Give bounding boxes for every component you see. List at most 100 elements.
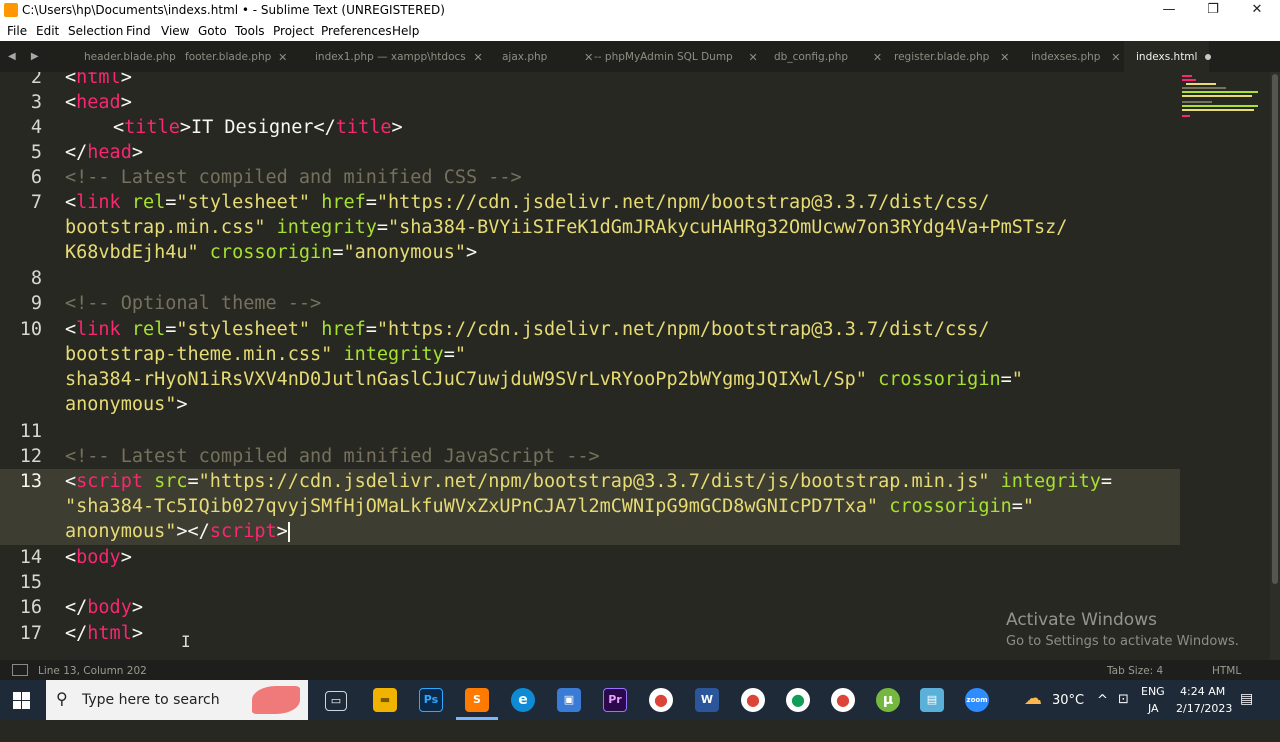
tab-label: index1.php — xampp\htdocs <box>315 51 466 63</box>
cursor-position: Line 13, Column 202 <box>38 665 147 677</box>
tray-overflow-icon[interactable]: ^ <box>1097 693 1108 733</box>
restore-button[interactable]: ❐ <box>1190 0 1236 20</box>
tab-phpmyadmin-dump[interactable]: -- phpMyAdmin SQL Dump ✕ <box>594 41 758 72</box>
line-number: 6 <box>30 167 42 188</box>
tab-close-icon[interactable]: ✕ <box>749 41 758 74</box>
tab-close-icon[interactable]: ✕ <box>1000 41 1009 74</box>
windows-start-icon[interactable] <box>13 692 30 709</box>
line-code: <!-- Latest compiled and minified JavaSc… <box>65 446 600 467</box>
menu-preferences[interactable]: Preferences <box>321 24 392 38</box>
task-view-icon[interactable]: ▭ <box>325 691 347 711</box>
code-line: 2 <html> <box>0 72 1180 90</box>
unsaved-dot-icon[interactable] <box>1205 54 1212 60</box>
chrome-profile-icon[interactable]: ● <box>786 688 810 712</box>
menu-edit[interactable]: Edit <box>36 24 59 38</box>
menu-help[interactable]: Help <box>392 24 419 38</box>
tab-close-icon[interactable]: ✕ <box>474 41 483 74</box>
line-code: <link rel="stylesheet" href="https://cdn… <box>65 192 990 213</box>
sublime-app-icon <box>4 3 18 17</box>
premiere-icon[interactable]: Pr <box>603 688 627 712</box>
line-code: <html> <box>65 72 132 88</box>
tab-label: header.blade.php <box>84 51 176 63</box>
tab-close-icon[interactable]: ✕ <box>278 41 287 74</box>
status-bar: Line 13, Column 202 Tab Size: 4 HTML <box>0 660 1280 680</box>
line-code-wrap: bootstrap.min.css" integrity="sha384-BVY… <box>65 217 1068 238</box>
minimap-line <box>1182 87 1226 89</box>
line-number: 17 <box>19 623 42 644</box>
tab-index1-php[interactable]: index1.php — xampp\htdocs ✕ <box>315 41 483 72</box>
line-number: 5 <box>30 142 42 163</box>
scrollbar-thumb[interactable] <box>1272 74 1278 584</box>
word-icon[interactable]: W <box>695 688 719 712</box>
photoshop-icon[interactable]: Ps <box>419 688 443 712</box>
file-explorer-icon[interactable]: ▬ <box>373 688 397 712</box>
tab-indexses-php[interactable]: indexses.php ✕ <box>1031 41 1120 72</box>
clock-date[interactable]: 2/17/2023 <box>1176 702 1232 742</box>
utorrent-icon[interactable]: µ <box>876 688 900 712</box>
notepad-icon[interactable]: ▤ <box>920 688 944 712</box>
line-code: <link rel="stylesheet" href="https://cdn… <box>65 319 990 340</box>
menu-selection[interactable]: Selection <box>68 24 123 38</box>
code-line: 12 <!-- Latest compiled and minified Jav… <box>0 444 1180 469</box>
tab-size[interactable]: Tab Size: 4 <box>1107 665 1163 677</box>
tab-close-icon[interactable]: ✕ <box>584 41 593 74</box>
edge-icon[interactable]: e <box>511 688 535 712</box>
ime-indicator[interactable]: JA <box>1148 702 1159 742</box>
code-line: 10 <link rel="stylesheet" href="https://… <box>0 317 1180 417</box>
line-code-wrap: "sha384-Tc5IQib027qvyjSMfHjOMaLkfuWVxZxU… <box>65 496 1035 517</box>
line-number: 3 <box>30 92 42 113</box>
line-number: 8 <box>30 268 42 289</box>
tab-close-icon[interactable]: ✕ <box>873 41 882 74</box>
menu-tools[interactable]: Tools <box>235 24 265 38</box>
chrome-icon[interactable]: ● <box>649 688 673 712</box>
code-line: 11 <box>0 419 1180 444</box>
code-line: 14 <body> <box>0 545 1180 570</box>
tab-indexs-html[interactable]: indexs.html <box>1124 41 1212 72</box>
weather-icon[interactable]: ☁ <box>1024 688 1042 728</box>
menu-view[interactable]: View <box>161 24 189 38</box>
minimap-line <box>1182 95 1252 97</box>
console-toggle-icon[interactable] <box>12 664 28 676</box>
menu-project[interactable]: Project <box>273 24 314 38</box>
tab-ajax-php[interactable]: ajax.php ✕ <box>502 41 593 72</box>
code-line: 5 </head> <box>0 140 1180 165</box>
menu-goto[interactable]: Goto <box>198 24 227 38</box>
line-code: <!-- Latest compiled and minified CSS --… <box>65 167 522 188</box>
minimap-line <box>1182 91 1258 93</box>
tab-header-blade[interactable]: header.blade.php <box>84 41 176 72</box>
zoom-icon[interactable]: zoom <box>965 688 989 712</box>
search-icon: ⚲ <box>56 689 68 708</box>
code-line: 6 <!-- Latest compiled and minified CSS … <box>0 165 1180 190</box>
menu-find[interactable]: Find <box>126 24 151 38</box>
code-line: 17 </html> <box>0 621 1180 646</box>
minimize-button[interactable]: — <box>1146 0 1192 20</box>
tab-close-icon[interactable]: ✕ <box>1111 41 1120 74</box>
minimap-line <box>1182 105 1258 107</box>
tab-footer-blade[interactable]: footer.blade.php ✕ <box>185 41 287 72</box>
minimap[interactable] <box>1182 75 1260 120</box>
minimap-line <box>1182 101 1212 103</box>
network-icon[interactable]: ⊡ <box>1118 692 1129 732</box>
tab-label: indexses.php <box>1031 51 1101 63</box>
line-code-wrap: anonymous"></script> <box>65 521 290 542</box>
window-title: C:\Users\hp\Documents\indexs.html • - Su… <box>22 3 445 17</box>
tab-db-config[interactable]: db_config.php ✕ <box>774 41 882 72</box>
sublime-text-icon[interactable]: S <box>465 688 489 712</box>
tab-register-blade[interactable]: register.blade.php ✕ <box>894 41 1009 72</box>
minimap-line <box>1186 83 1216 85</box>
store-icon[interactable]: ▣ <box>557 688 581 712</box>
menu-file[interactable]: File <box>7 24 27 38</box>
weather-temp[interactable]: 30°C <box>1052 693 1084 733</box>
chrome-profile-icon[interactable]: ● <box>741 688 765 712</box>
close-button[interactable]: ✕ <box>1234 0 1280 20</box>
activate-windows-title: Activate Windows <box>1006 610 1157 630</box>
notification-icon[interactable]: ▤ <box>1240 691 1253 731</box>
syntax-mode[interactable]: HTML <box>1212 665 1241 677</box>
tab-nav-arrows[interactable]: ◀ ▶ <box>8 51 45 62</box>
code-editor[interactable]: 2 <html> 3 <head> 4 <title>IT Designer</… <box>0 72 1270 660</box>
taskbar-search-box[interactable]: ⚲ Type here to search <box>46 680 308 720</box>
chrome-profile-icon[interactable]: ● <box>831 688 855 712</box>
line-number: 12 <box>19 446 42 467</box>
line-number: 11 <box>19 421 42 442</box>
vertical-scrollbar[interactable] <box>1270 72 1280 660</box>
